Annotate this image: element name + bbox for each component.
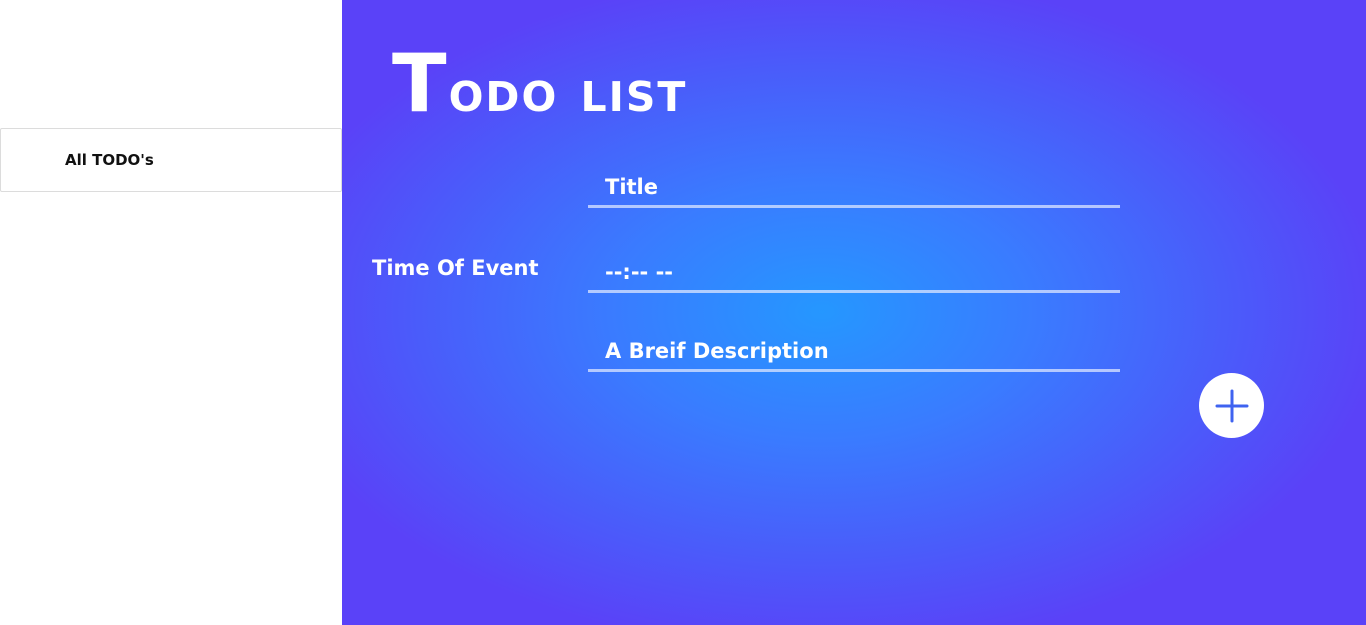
- sidebar-item-label: All TODO's: [65, 151, 154, 169]
- main-panel: Todo list Time Of Event: [342, 0, 1366, 625]
- sidebar-item-all-todos[interactable]: All TODO's: [0, 128, 342, 192]
- page-title-rest: odo list: [448, 57, 688, 125]
- sidebar: All TODO's: [0, 0, 342, 625]
- title-input[interactable]: [588, 168, 1120, 208]
- page-title-initial: T: [392, 37, 449, 130]
- page-title: Todo list: [392, 44, 687, 124]
- time-of-event-input[interactable]: [588, 253, 1120, 293]
- description-input[interactable]: [588, 332, 1120, 372]
- plus-icon: [1215, 389, 1248, 422]
- time-of-event-label: Time Of Event: [372, 256, 539, 280]
- add-todo-button[interactable]: [1199, 373, 1264, 438]
